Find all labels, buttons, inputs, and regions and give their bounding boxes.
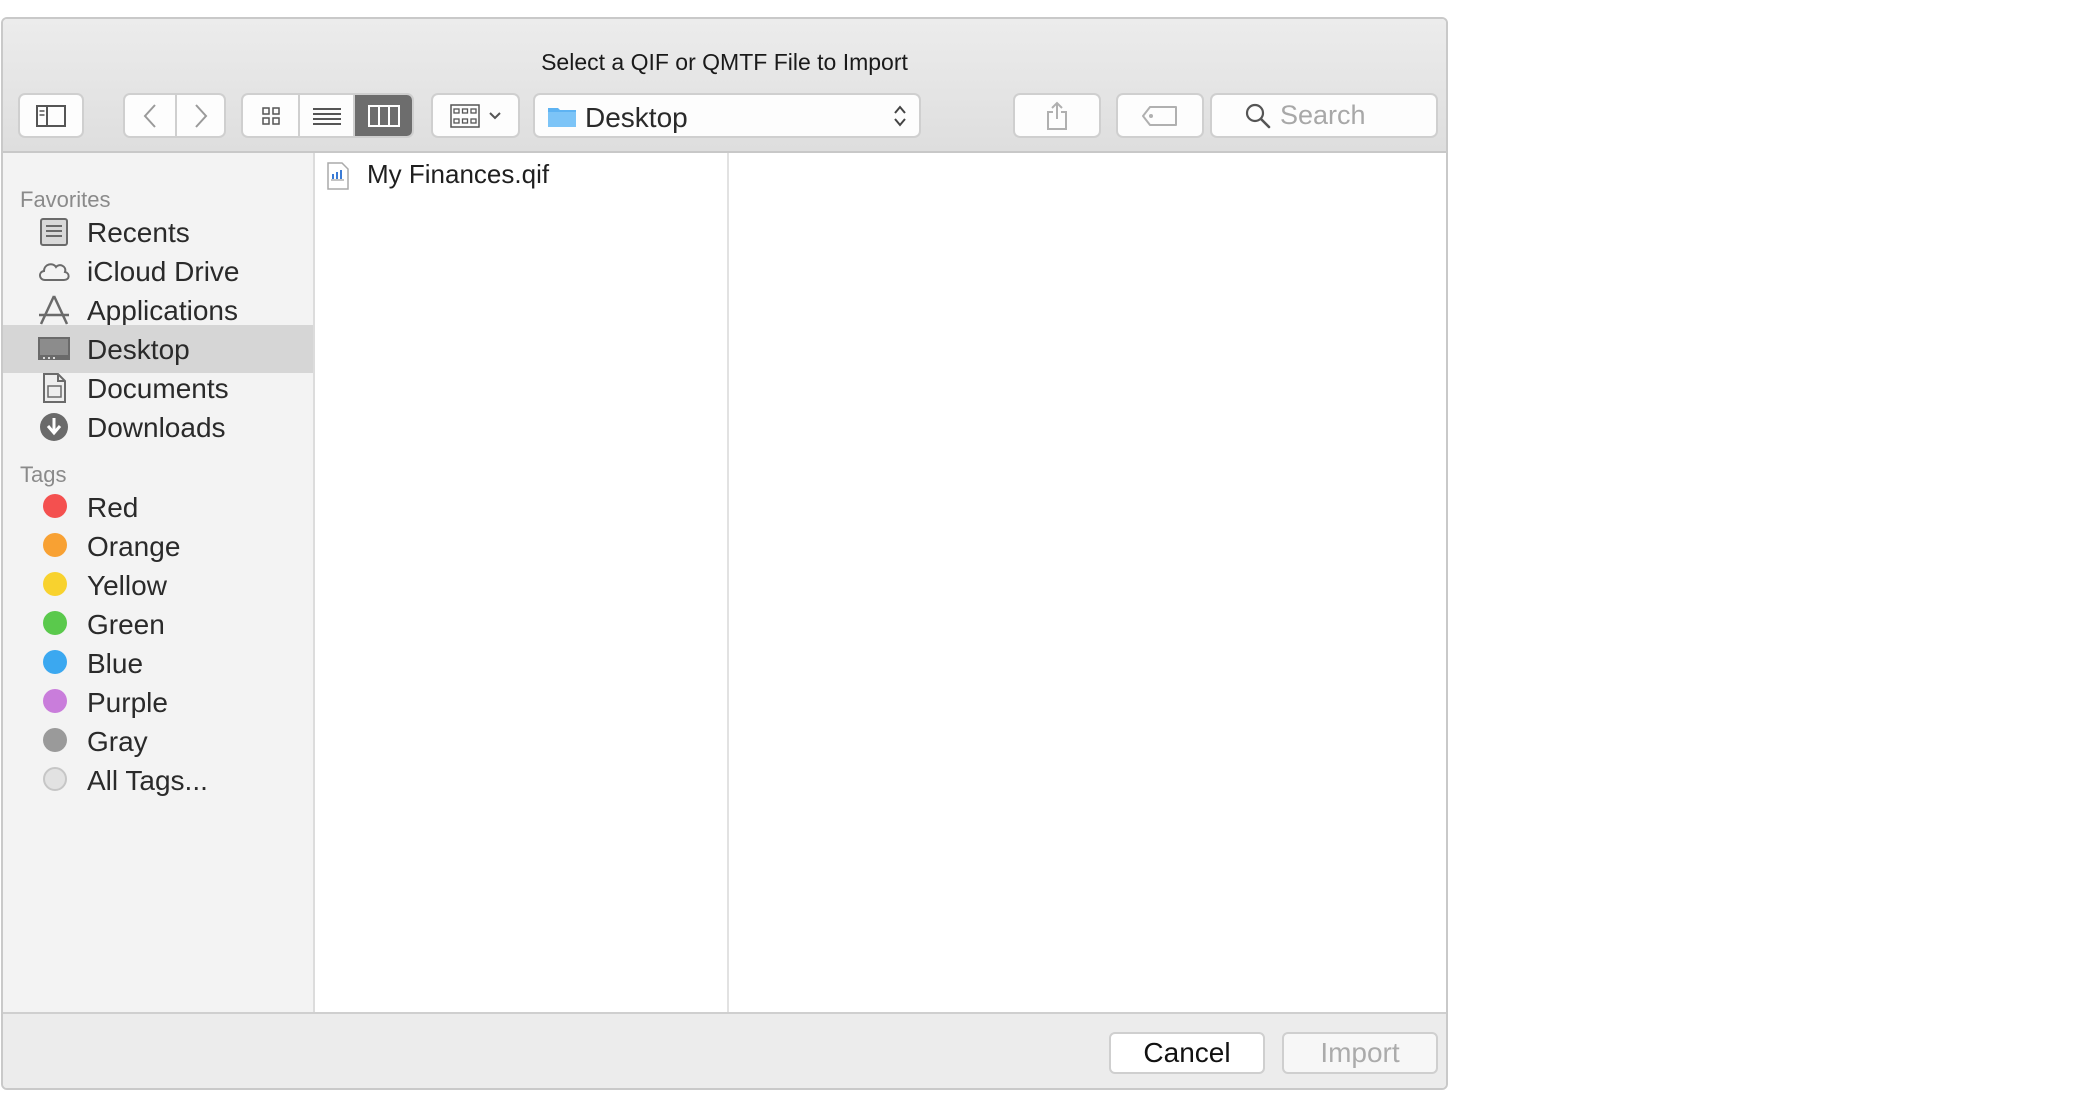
search-input[interactable] bbox=[1280, 99, 1430, 132]
up-down-chevron-icon bbox=[894, 105, 906, 127]
column-view-button[interactable] bbox=[353, 95, 412, 136]
folder-icon bbox=[548, 108, 576, 127]
list-view-icon bbox=[312, 107, 341, 125]
qif-file-icon bbox=[327, 162, 349, 190]
sidebar-item-label: Blue bbox=[87, 648, 144, 679]
import-button[interactable]: Import bbox=[1282, 1032, 1438, 1074]
chevron-left-icon bbox=[143, 103, 156, 128]
sidebar-item-label: Desktop bbox=[87, 334, 190, 365]
sidebar-toggle-button[interactable] bbox=[18, 93, 84, 138]
share-icon bbox=[1047, 101, 1067, 130]
cancel-button[interactable]: Cancel bbox=[1109, 1032, 1265, 1074]
dialog-title: Select a QIF or QMTF File to Import bbox=[541, 49, 908, 75]
group-grid-icon bbox=[449, 103, 480, 128]
sidebar-item-label: All Tags... bbox=[87, 765, 208, 796]
sidebar-item-all-tags[interactable]: All Tags... bbox=[3, 756, 313, 804]
share-button[interactable] bbox=[1013, 93, 1101, 138]
open-file-dialog: Select a QIF or QMTF File to Import Desk… bbox=[1, 17, 1448, 1090]
file-row[interactable]: My Finances.qif bbox=[327, 157, 717, 193]
sidebar-item-downloads[interactable]: Downloads bbox=[3, 403, 313, 451]
tag-orange-dot bbox=[43, 533, 67, 557]
view-mode-control bbox=[241, 93, 414, 138]
applications-icon bbox=[39, 295, 69, 325]
preview-column bbox=[729, 153, 1446, 1012]
sidebar-item-label: Green bbox=[87, 609, 165, 640]
list-view-button[interactable] bbox=[298, 95, 353, 136]
chevron-down-icon bbox=[488, 111, 501, 119]
document-icon bbox=[43, 373, 66, 403]
sidebar-item-label: Yellow bbox=[87, 570, 167, 601]
recents-icon bbox=[40, 218, 68, 246]
sidebar-item-label: Red bbox=[87, 492, 139, 523]
file-name: My Finances.qif bbox=[367, 159, 550, 189]
sidebar-item-label: Orange bbox=[87, 531, 181, 562]
sidebar-item-label: iCloud Drive bbox=[87, 256, 240, 287]
tag-button[interactable] bbox=[1116, 93, 1204, 138]
download-icon bbox=[40, 413, 68, 441]
sidebar: Favorites Recents iCloud Drive Applicati… bbox=[3, 153, 315, 1012]
back-forward-control bbox=[123, 93, 226, 138]
tag-gray-dot bbox=[43, 728, 67, 752]
column-view-icon bbox=[367, 104, 400, 127]
tag-purple-dot bbox=[43, 689, 67, 713]
tag-green-dot bbox=[43, 611, 67, 635]
search-icon bbox=[1245, 103, 1271, 129]
location-popup[interactable]: Desktop bbox=[533, 93, 921, 138]
sidebar-item-label: Documents bbox=[87, 373, 229, 404]
tag-blue-dot bbox=[43, 650, 67, 674]
tag-icon bbox=[1142, 105, 1177, 126]
cloud-icon bbox=[39, 263, 70, 281]
desktop-icon bbox=[38, 337, 70, 360]
icon-view-button[interactable] bbox=[243, 95, 298, 136]
title-bar-toolbar: Select a QIF or QMTF File to Import Desk… bbox=[3, 19, 1446, 153]
sidebar-toggle-icon bbox=[36, 104, 66, 127]
tag-yellow-dot bbox=[43, 572, 67, 596]
sidebar-item-label: Gray bbox=[87, 726, 148, 757]
sidebar-item-label: Recents bbox=[87, 217, 190, 248]
back-button[interactable] bbox=[125, 95, 175, 136]
sidebar-item-label: Downloads bbox=[87, 412, 226, 443]
search-field[interactable] bbox=[1210, 93, 1438, 138]
tag-red-dot bbox=[43, 494, 67, 518]
all-tags-icon bbox=[43, 767, 67, 791]
sidebar-item-label: Applications bbox=[87, 295, 238, 326]
location-label: Desktop bbox=[585, 102, 688, 133]
file-column: My Finances.qif bbox=[315, 153, 729, 1012]
sidebar-item-label: Purple bbox=[87, 687, 168, 718]
chevron-right-icon bbox=[194, 103, 207, 128]
dialog-footer: Cancel Import bbox=[3, 1012, 1446, 1088]
forward-button[interactable] bbox=[175, 95, 224, 136]
icon-view-icon bbox=[261, 106, 280, 125]
arrange-menu-button[interactable] bbox=[431, 93, 520, 138]
